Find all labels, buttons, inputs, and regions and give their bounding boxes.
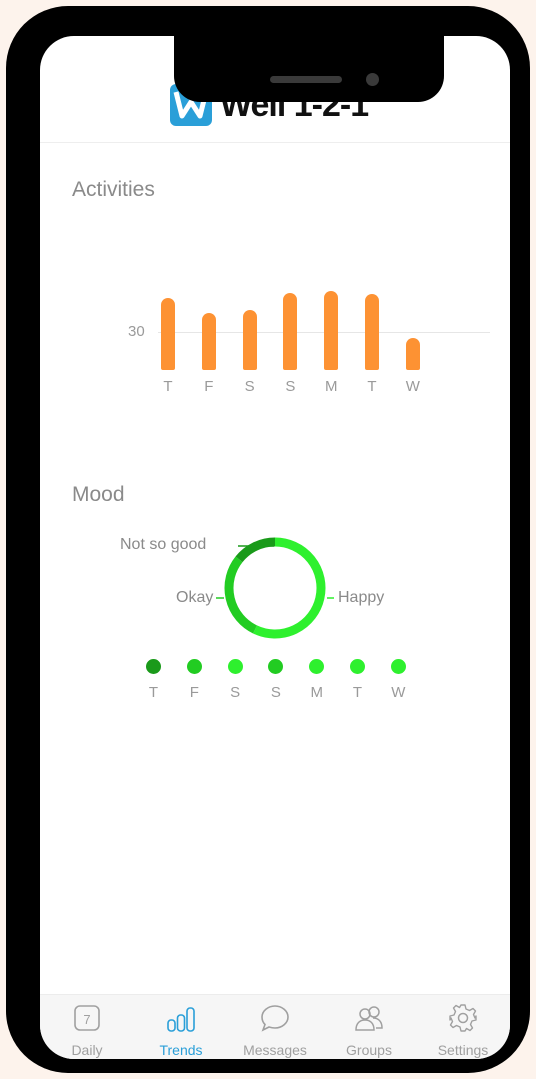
speaker-grille <box>270 76 342 83</box>
tab-label: Messages <box>243 1042 307 1058</box>
calendar-badge: 7 <box>83 1012 90 1027</box>
mood-donut <box>224 537 326 639</box>
people-icon <box>354 1003 384 1033</box>
bar-chart-icon <box>166 1003 196 1033</box>
chat-bubble-icon <box>260 1003 290 1033</box>
mood-label-happy: Happy <box>338 589 385 606</box>
tab-daily[interactable]: 7 Daily <box>40 995 134 1059</box>
tab-messages[interactable]: Messages <box>228 995 322 1059</box>
front-camera <box>366 73 379 86</box>
phone-frame: Well 1-2-1 Activities 30 TFSSMTW Mood No… <box>6 6 530 1073</box>
mood-label-not-so-good: Not so good <box>120 536 207 553</box>
mood-donut-segment <box>253 537 326 639</box>
bottom-tab-bar: 7 Daily Trends Messages Groups Settings <box>40 994 510 1059</box>
mood-day-label: S <box>270 684 281 701</box>
mood-day-label: W <box>391 684 406 701</box>
tab-label: Settings <box>437 1042 489 1058</box>
mood-day-label: F <box>189 684 199 701</box>
tab-settings[interactable]: Settings <box>416 995 510 1059</box>
tab-trends[interactable]: Trends <box>134 995 228 1059</box>
tab-label: Daily <box>71 1042 103 1058</box>
mood-donut-segment <box>224 556 258 634</box>
mood-day-label: T <box>352 684 363 701</box>
mood-donut-chart <box>216 537 334 639</box>
calendar-icon: 7 <box>72 1003 102 1033</box>
notch <box>174 36 444 102</box>
mood-day-label: T <box>148 684 159 701</box>
mood-donut-segment <box>235 537 276 563</box>
mood-day-label: M <box>310 684 323 701</box>
gear-icon <box>448 1003 478 1033</box>
mood-day-dot <box>390 659 406 674</box>
tab-label: Groups <box>346 1042 392 1058</box>
mood-label-okay: Okay <box>176 589 214 606</box>
mood-day-dot <box>186 659 202 674</box>
mood-day-dot <box>227 659 243 674</box>
app-screen: Well 1-2-1 Activities 30 TFSSMTW Mood No… <box>40 36 510 1059</box>
mood-day-dot <box>146 659 161 674</box>
mood-day-dot <box>350 659 365 674</box>
tab-label: Trends <box>159 1042 203 1058</box>
tab-groups[interactable]: Groups <box>322 995 416 1059</box>
mood-day-label: S <box>230 684 241 701</box>
